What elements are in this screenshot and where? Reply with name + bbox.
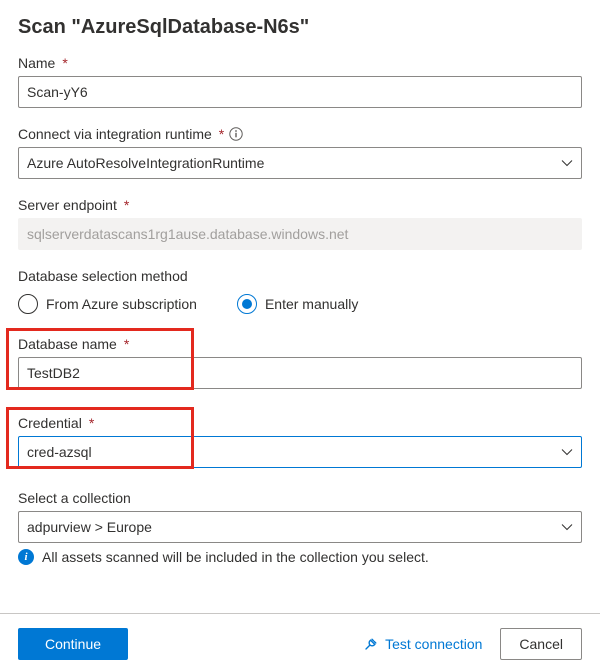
info-icon: i — [18, 549, 34, 565]
credential-select[interactable]: cred-azsql — [18, 436, 582, 468]
collection-label: Select a collection — [18, 490, 131, 506]
field-runtime: Connect via integration runtime * Azure … — [18, 126, 582, 179]
field-credential: Credential * cred-azsql — [18, 415, 582, 468]
name-input-value: Scan-yY6 — [27, 84, 88, 100]
endpoint-label: Server endpoint — [18, 197, 117, 213]
chevron-down-icon — [561, 446, 573, 458]
field-dbselect: Database selection method From Azure sub… — [18, 268, 582, 314]
chevron-down-icon — [561, 157, 573, 169]
required-indicator: * — [219, 126, 224, 142]
credential-select-value: cred-azsql — [27, 444, 92, 460]
runtime-select[interactable]: Azure AutoResolveIntegrationRuntime — [18, 147, 582, 179]
plug-icon — [363, 636, 379, 652]
test-connection-button[interactable]: Test connection — [363, 636, 482, 652]
field-dbname: Database name * TestDB2 — [18, 336, 582, 389]
radio-enter-manually-label: Enter manually — [265, 296, 358, 312]
dbname-label: Database name — [18, 336, 117, 352]
collection-select-value: adpurview > Europe — [27, 519, 152, 535]
endpoint-input: sqlserverdatascans1rg1ause.database.wind… — [18, 218, 582, 250]
runtime-select-value: Azure AutoResolveIntegrationRuntime — [27, 155, 264, 171]
endpoint-input-value: sqlserverdatascans1rg1ause.database.wind… — [27, 226, 348, 242]
required-indicator: * — [62, 55, 67, 71]
runtime-label: Connect via integration runtime — [18, 126, 212, 142]
info-icon[interactable] — [229, 127, 243, 141]
dbname-input[interactable]: TestDB2 — [18, 357, 582, 389]
radio-from-subscription-label: From Azure subscription — [46, 296, 197, 312]
name-input[interactable]: Scan-yY6 — [18, 76, 582, 108]
credential-label: Credential — [18, 415, 82, 431]
radio-icon — [18, 294, 38, 314]
footer: Continue Test connection Cancel — [0, 613, 600, 660]
radio-enter-manually[interactable]: Enter manually — [237, 294, 358, 314]
required-indicator: * — [124, 336, 129, 352]
collection-hint: All assets scanned will be included in t… — [42, 549, 429, 565]
collection-hint-row: i All assets scanned will be included in… — [18, 549, 582, 565]
test-connection-label: Test connection — [385, 636, 482, 652]
radio-icon — [237, 294, 257, 314]
name-label: Name — [18, 55, 55, 71]
field-name: Name * Scan-yY6 — [18, 55, 582, 108]
continue-button[interactable]: Continue — [18, 628, 128, 660]
required-indicator: * — [124, 197, 129, 213]
radio-from-subscription[interactable]: From Azure subscription — [18, 294, 197, 314]
field-collection: Select a collection adpurview > Europe i… — [18, 490, 582, 565]
required-indicator: * — [89, 415, 94, 431]
cancel-button[interactable]: Cancel — [500, 628, 582, 660]
collection-select[interactable]: adpurview > Europe — [18, 511, 582, 543]
page-title: Scan "AzureSqlDatabase-N6s" — [18, 16, 582, 39]
field-endpoint: Server endpoint * sqlserverdatascans1rg1… — [18, 197, 582, 250]
chevron-down-icon — [561, 521, 573, 533]
dbname-input-value: TestDB2 — [27, 365, 80, 381]
dbselect-label: Database selection method — [18, 268, 188, 284]
